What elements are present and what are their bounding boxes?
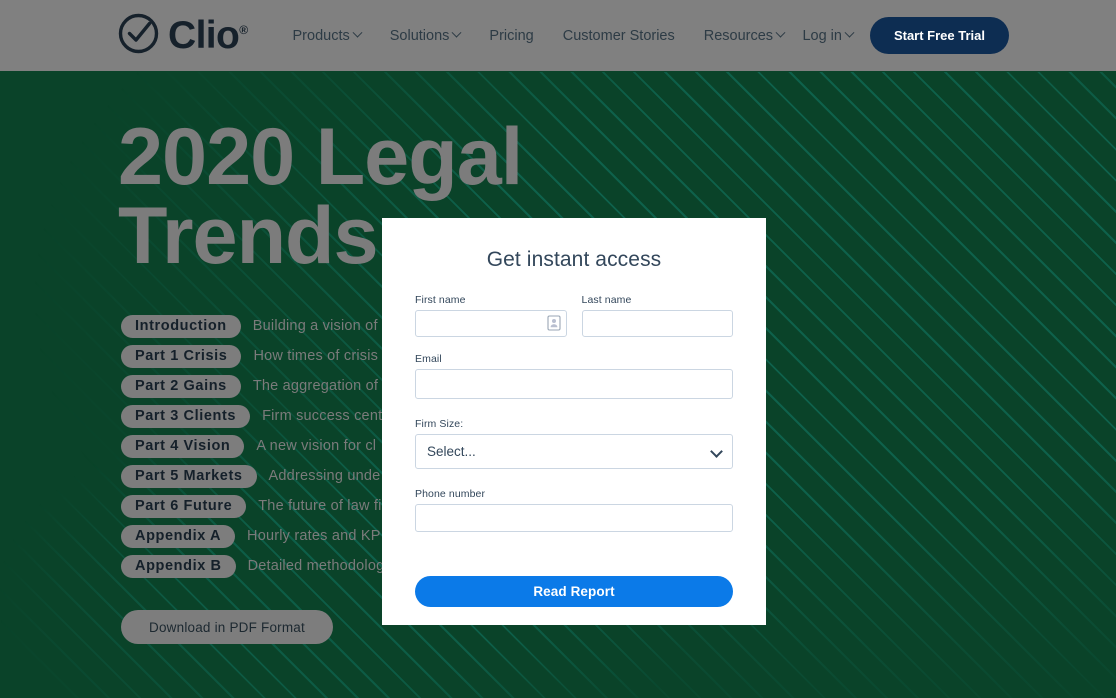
- phone-group: Phone number: [415, 488, 733, 532]
- primary-nav-links: Products Solutions Pricing Customer Stor…: [292, 27, 786, 44]
- first-name-input[interactable]: [415, 310, 567, 337]
- last-name-group: Last name: [581, 294, 733, 337]
- download-pdf-button[interactable]: Download in PDF Format: [121, 610, 333, 644]
- toc-desc-introduction: Building a vision of: [252, 318, 378, 334]
- toc-pill-part-1-crisis[interactable]: Part 1 Crisis: [121, 344, 242, 368]
- nav-item-customer-stories-label: Customer Stories: [562, 27, 675, 44]
- page-title-line-2: Trends: [118, 191, 379, 282]
- chevron-down-icon: [775, 27, 786, 38]
- toc-pill-introduction[interactable]: Introduction: [121, 314, 241, 338]
- instant-access-modal: Get instant access First name Last name: [382, 218, 766, 625]
- nav-item-solutions[interactable]: Solutions: [389, 27, 462, 44]
- chevron-down-icon: [451, 27, 462, 38]
- last-name-label: Last name: [581, 294, 632, 306]
- nav-right-group: Log in Start Free Trial: [802, 17, 1009, 54]
- toc-pill-part-3-clients[interactable]: Part 3 Clients: [121, 404, 251, 428]
- nav-item-pricing[interactable]: Pricing: [489, 28, 533, 44]
- clio-logo[interactable]: Clio®: [118, 13, 248, 59]
- chevron-down-icon: [352, 27, 363, 38]
- nav-item-products[interactable]: Products: [292, 27, 363, 44]
- name-fields-row: First name Last name: [415, 294, 733, 337]
- last-name-input[interactable]: [581, 310, 733, 337]
- check-circle-icon: [118, 13, 159, 59]
- toc-desc-part-1-crisis: How times of crisis: [253, 348, 379, 364]
- toc-pill-part-2-gains[interactable]: Part 2 Gains: [121, 374, 241, 398]
- top-navigation-bar: Clio® Products Solutions Pricing Custome…: [0, 0, 1116, 71]
- toc-pill-part-4-vision[interactable]: Part 4 Vision: [121, 434, 245, 458]
- toc-desc-part-3-clients: Firm success cente: [262, 408, 391, 424]
- nav-item-products-label: Products: [292, 27, 350, 44]
- login-label: Log in: [802, 27, 842, 44]
- email-group: Email: [415, 353, 733, 399]
- phone-number-input[interactable]: [415, 504, 733, 532]
- email-label: Email: [415, 353, 442, 365]
- phone-number-label: Phone number: [415, 488, 486, 500]
- nav-item-pricing-label: Pricing: [489, 27, 534, 44]
- toc-desc-part-4-vision: A new vision for cl: [256, 438, 377, 454]
- toc-pill-part-5-markets[interactable]: Part 5 Markets: [121, 464, 257, 488]
- firm-size-group: Firm Size: Select...: [415, 418, 733, 469]
- first-name-group: First name: [415, 294, 567, 337]
- firm-size-label: Firm Size:: [415, 418, 464, 430]
- nav-item-solutions-label: Solutions: [389, 27, 450, 44]
- toc-pill-part-6-future[interactable]: Part 6 Future: [121, 494, 247, 518]
- toc-desc-appendix-a: Hourly rates and KP: [247, 528, 381, 544]
- nav-item-resources-label: Resources: [703, 27, 774, 44]
- modal-title: Get instant access: [486, 248, 662, 271]
- page-title-line-1: 2020 Legal: [118, 112, 523, 202]
- toc-pill-appendix-a[interactable]: Appendix A: [121, 524, 236, 548]
- logo-trademark: ®: [239, 23, 248, 37]
- toc-desc-part-5-markets: Addressing unde: [268, 468, 381, 484]
- start-free-trial-button[interactable]: Start Free Trial: [869, 17, 1009, 54]
- firm-size-select[interactable]: Select...: [415, 434, 733, 469]
- logo-text: Clio: [168, 14, 240, 57]
- read-report-button[interactable]: Read Report: [415, 576, 733, 607]
- nav-item-customer-stories[interactable]: Customer Stories: [563, 28, 675, 44]
- toc-desc-appendix-b: Detailed methodolog: [247, 558, 385, 574]
- toc-pill-appendix-b[interactable]: Appendix B: [121, 554, 236, 578]
- nav-item-resources[interactable]: Resources: [703, 27, 786, 44]
- page-root: Clio® Products Solutions Pricing Custome…: [0, 0, 1116, 698]
- chevron-down-icon: [844, 27, 855, 38]
- firm-size-select-wrapper: Select...: [415, 434, 733, 469]
- email-field[interactable]: [415, 369, 733, 399]
- logo-wordmark: Clio®: [168, 16, 248, 55]
- toc-desc-part-6-future: The future of law fi: [258, 498, 382, 514]
- toc-desc-part-2-gains: The aggregation of: [252, 378, 379, 394]
- login-link[interactable]: Log in: [802, 27, 855, 44]
- first-name-label: First name: [415, 294, 466, 306]
